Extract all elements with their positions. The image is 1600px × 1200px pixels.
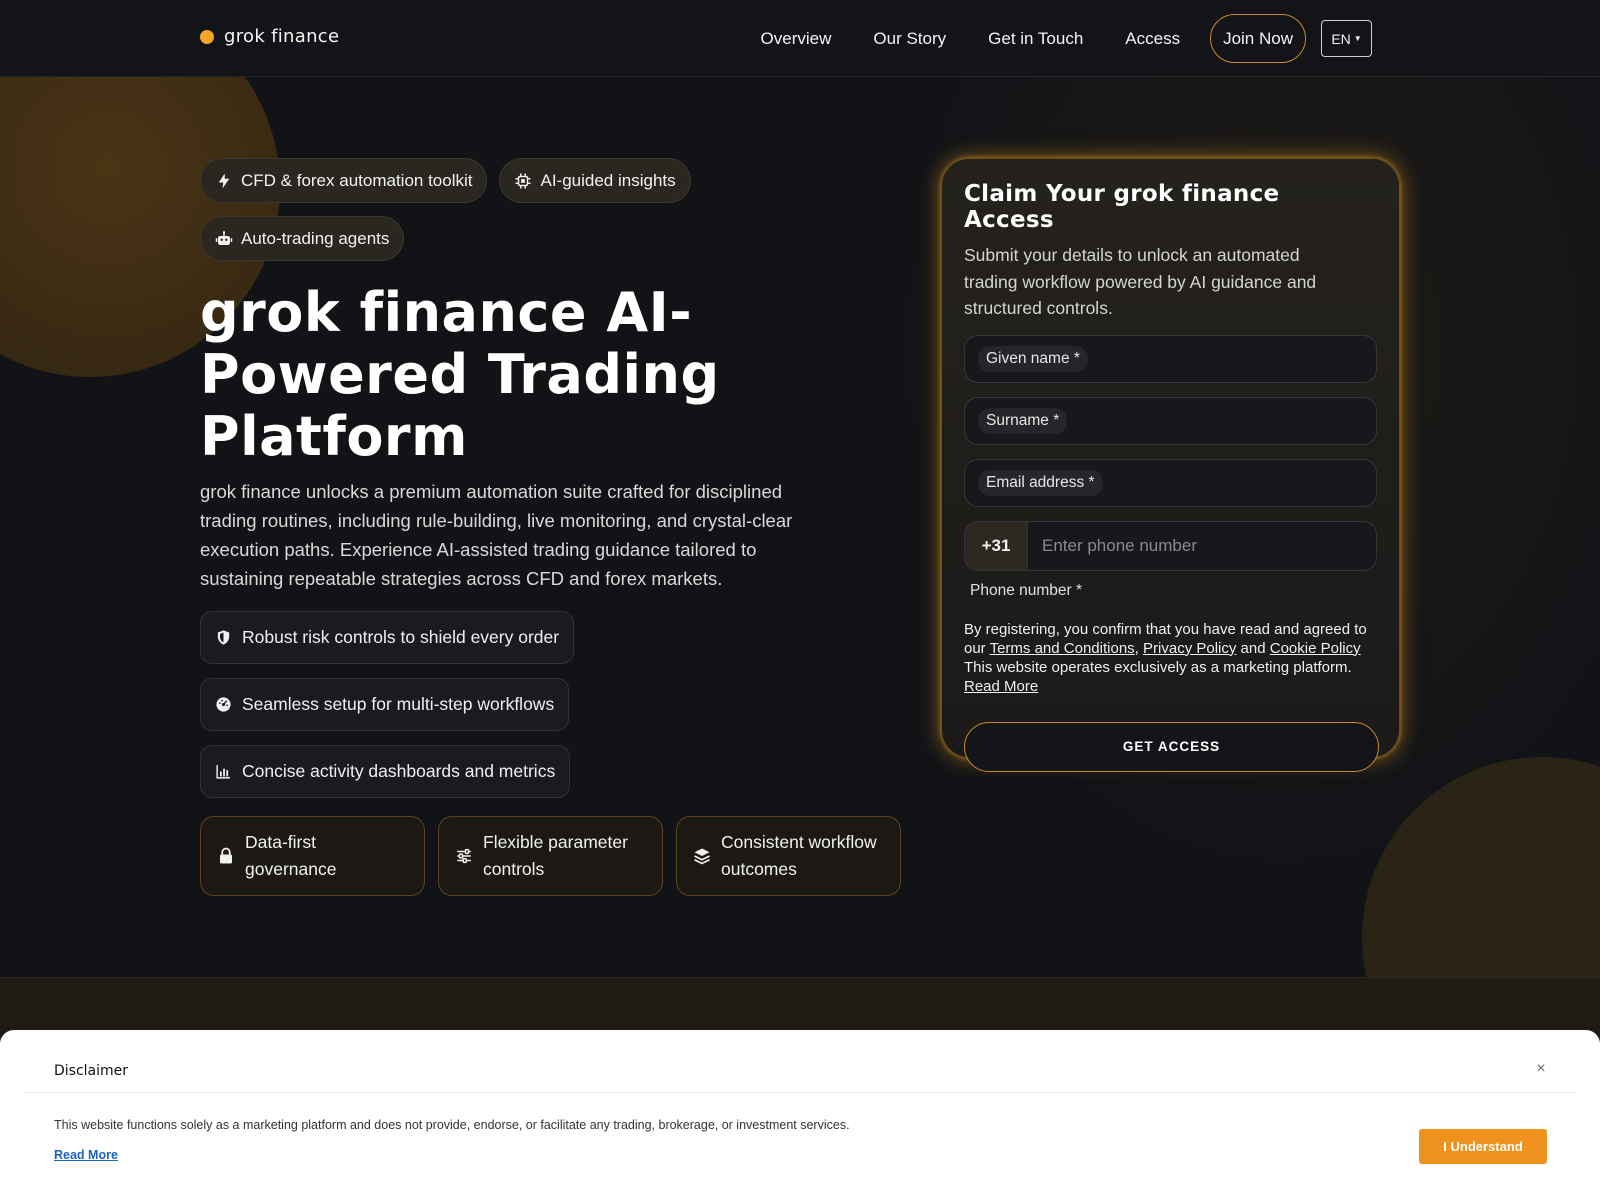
hero-tags: CFD & forex automation toolkit AI-guided… [200,158,720,261]
main-nav: Overview Our Story Get in Touch Access J… [761,14,1372,63]
tag-label: CFD & forex automation toolkit [241,170,473,190]
tag-automation-toolkit: CFD & forex automation toolkit [200,158,488,203]
card-parameter-controls: Flexible parameter controls [438,816,663,896]
layers-icon [694,848,710,865]
tag-label: AI-guided insights [540,170,676,190]
surname-label: Surname * [978,407,1068,434]
card-data-governance: Data-first governance [200,816,425,896]
consent-text: By registering, you confirm that you hav… [964,620,1367,695]
consent-suffix: This website operates exclusively as a m… [964,658,1352,676]
given-name-label: Given name * [978,345,1088,372]
language-label: EN [1331,30,1351,47]
sliders-icon [457,848,471,864]
caret-down-icon: ▼ [1353,34,1362,43]
phone-country-code[interactable]: +31 [965,521,1028,570]
disclaimer-banner: Disclaimer × This website functions sole… [0,1030,1600,1200]
disclaimer-divider [25,1092,1575,1093]
card-workflow-outcomes: Consistent workflow outcomes [676,816,901,896]
card-label: Flexible parameter controls [483,832,628,879]
logo-text: grok finance [224,26,340,47]
privacy-link[interactable]: Privacy Policy [1143,640,1236,657]
terms-link[interactable]: Terms and Conditions [990,640,1135,657]
feature-risk-controls: Robust risk controls to shield every ord… [200,611,575,664]
tag-auto-trading: Auto-trading agents [200,216,405,261]
language-selector[interactable]: EN ▼ [1321,20,1372,57]
given-name-field[interactable]: Given name * [964,334,1377,383]
email-field[interactable]: Email address * [964,458,1377,507]
form-subtitle: Submit your details to unlock an automat… [964,245,1317,318]
card-label: Data-first governance [245,832,337,879]
logo-dot-icon [200,29,214,44]
disclaimer-read-more-link[interactable]: Read More [54,1148,118,1162]
form-title: Claim Your grok finance Access [964,181,1280,233]
nav-get-in-touch[interactable]: Get in Touch [988,15,1083,63]
feature-list: Robust risk controls to shield every ord… [200,611,575,798]
lock-icon [220,847,232,864]
hero-title: grok finance AI-Powered Trading Platform [200,281,720,468]
feature-label: Robust risk controls to shield every ord… [242,627,560,647]
join-now-button[interactable]: Join Now [1210,14,1306,63]
close-icon[interactable]: × [1532,1060,1550,1078]
feature-label: Concise activity dashboards and metrics [242,761,556,781]
site-header: grok finance Overview Our Story Get in T… [0,0,1600,77]
phone-label: Phone number * [970,581,1083,599]
benefit-cards: Data-first governance Flexible parameter… [200,816,901,896]
understand-button[interactable]: I Understand [1419,1129,1547,1164]
gauge-icon [216,697,231,712]
feature-label: Seamless setup for multi-step workflows [242,694,555,714]
tag-ai-insights: AI-guided insights [499,158,691,203]
cookie-link[interactable]: Cookie Policy [1270,640,1361,657]
shield-icon [217,630,230,645]
phone-input[interactable] [1028,521,1376,570]
hero-description: grok finance unlocks a premium automatio… [200,481,793,589]
tag-label: Auto-trading agents [241,228,390,248]
bar-chart-icon [216,765,230,779]
chip-icon [515,173,531,188]
get-access-button[interactable]: GET ACCESS [964,721,1379,772]
bolt-icon [218,173,230,188]
feature-seamless-setup: Seamless setup for multi-step workflows [200,678,570,731]
phone-field: +31 [964,520,1377,571]
disclaimer-title: Disclaimer [54,1063,129,1079]
robot-icon [215,230,233,245]
consent-and: and [1240,639,1266,657]
feature-dashboards: Concise activity dashboards and metrics [200,745,571,798]
nav-our-story[interactable]: Our Story [873,15,946,63]
logo[interactable]: grok finance [200,26,339,47]
form-read-more-link[interactable]: Read More [964,678,1038,695]
email-label: Email address * [978,469,1103,496]
disclaimer-text: This website functions solely as a marke… [54,1118,850,1132]
card-label: Consistent workflow outcomes [721,832,877,879]
nav-access[interactable]: Access [1125,15,1180,63]
registration-form: Claim Your grok finance Access Submit yo… [941,158,1400,772]
nav-overview[interactable]: Overview [761,15,832,63]
surname-field[interactable]: Surname * [964,396,1377,445]
